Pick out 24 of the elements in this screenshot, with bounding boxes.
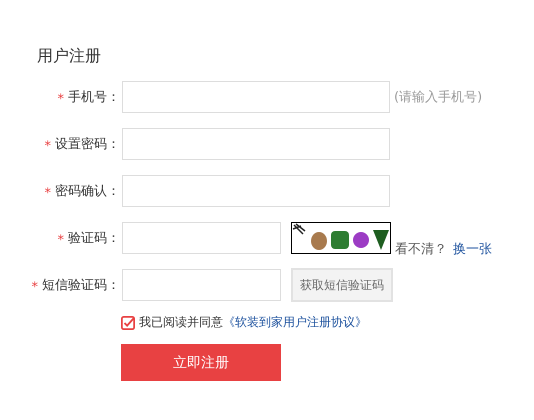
required-mark: * [44,186,51,200]
register-button[interactable]: 立即注册 [121,344,281,381]
input-field[interactable] [122,81,390,113]
input-field[interactable] [122,175,390,207]
input-field[interactable] [122,269,281,301]
field-label: 密码确认： [55,183,120,200]
captcha-hint: 看不清？ [395,241,447,258]
field-label: 短信验证码： [42,277,120,294]
get-sms-code-button[interactable]: 获取短信验证码 [291,268,393,302]
input-field[interactable] [122,222,281,254]
page-title: 用户注册 [37,46,101,67]
agreement-link[interactable]: 《软装到家用户注册协议》 [223,315,367,329]
agreement-checkbox[interactable] [121,316,135,330]
required-mark: * [32,280,38,294]
field-hint: (请输入手机号) [394,89,482,106]
field-label: 设置密码： [55,136,120,153]
required-mark: * [58,92,64,106]
agreement-text: 我已阅读并同意《软装到家用户注册协议》 [139,314,367,331]
field-label: 手机号： [68,89,120,106]
input-field[interactable] [122,128,390,160]
refresh-captcha-link[interactable]: 换一张 [453,240,492,258]
required-mark: * [44,138,51,154]
field-label: 验证码： [68,230,120,247]
required-mark: * [58,232,64,248]
